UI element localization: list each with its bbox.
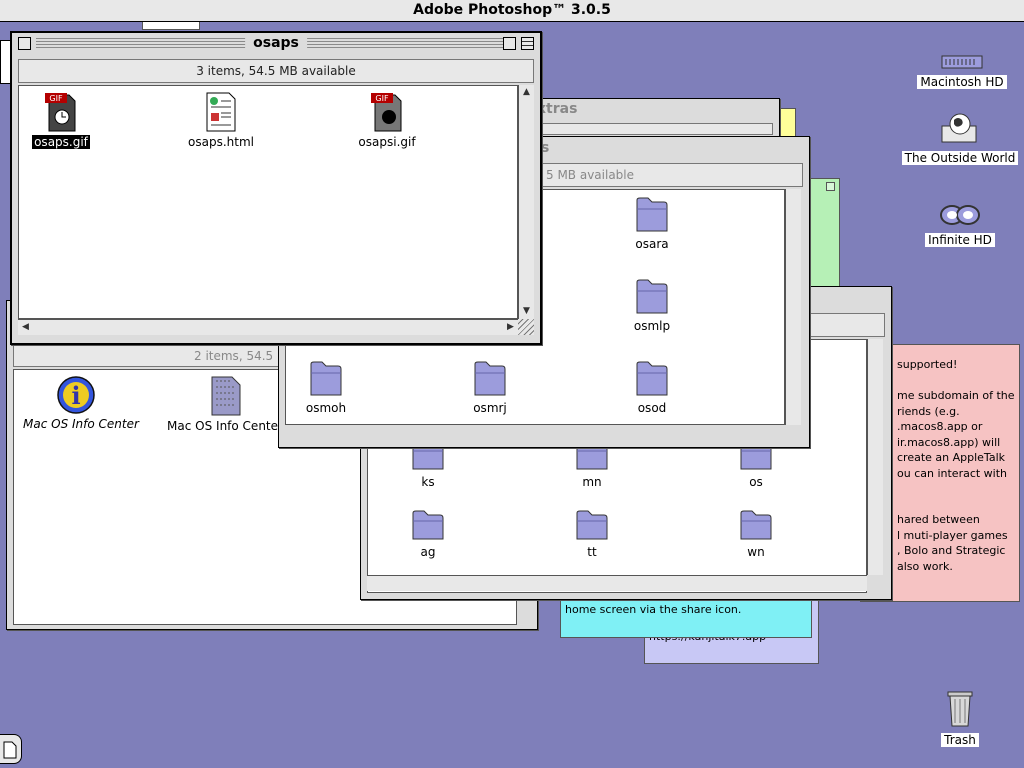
svg-text:GIF: GIF [375,94,389,103]
scroll-left-arrow[interactable]: ◀ [18,320,33,335]
folder-item[interactable]: osmrj [445,359,535,415]
vertical-scrollbar[interactable] [867,339,883,575]
file-label: osaps.gif [32,135,90,149]
sticky-pink-line: .macos8.app or [897,420,983,433]
folder-label: osod [635,401,669,415]
window-header: 3 items, 54.5 MB available [18,59,534,83]
sticky-pink-line [897,497,1019,513]
sticky-cyan-line: home screen via the share icon. [565,603,742,616]
file-item[interactable]: GIF osapsi.gif [342,91,432,149]
hard-drive-icon [941,55,983,69]
folder-icon [636,279,668,314]
desktop-icon-infinite-hd[interactable]: Infinite HD [900,202,1020,247]
folder-label: tt [585,545,599,559]
sticky-pink-line [897,373,1019,389]
zoom-box[interactable] [503,37,516,50]
folder-item[interactable]: tt [547,509,637,559]
folder-icon [740,510,772,540]
desktop-icon-macintosh-hd[interactable]: Macintosh HD [902,54,1022,89]
desktop-icon-label: Trash [941,733,979,747]
sticky-note-cyan[interactable]: home screen via the share icon. [560,598,812,638]
desktop-icon-outside-world[interactable]: The Outside World [900,112,1020,165]
folder-label: mn [580,475,604,489]
file-item[interactable]: osaps.html [176,91,266,149]
gif-file-icon: GIF [45,93,76,132]
window-title: osaps [245,35,307,51]
folder-label: wn [745,545,767,559]
scroll-right-arrow[interactable]: ▶ [503,320,518,335]
folder-icon [310,361,342,396]
vertical-scrollbar[interactable]: ▲ ▼ [518,85,534,319]
file-item[interactable]: GIF osaps.gif [16,91,106,149]
scroll-up-arrow[interactable]: ▲ [519,85,534,100]
infinity-drive-icon [940,205,980,225]
sticky-pink-line: supported! [897,358,958,371]
window-title: xtras [537,101,578,117]
horizontal-scrollbar[interactable]: ◀ ▶ [18,319,518,335]
resize-grip-icon[interactable] [518,319,534,335]
folder-icon [412,510,444,540]
item-label: Mac OS Info Center [21,417,141,431]
sticky-close-box[interactable] [826,182,835,191]
gif-file-icon: GIF [371,93,402,132]
item-label: Mac OS Info Center [165,419,285,433]
info-center-item[interactable]: Mac OS Info Center [165,375,285,433]
desktop-icon-trash[interactable]: Trash [900,688,1020,747]
sticky-pink-line: me subdomain of the [897,389,1015,402]
sticky-pink-line: , Bolo and Strategic [897,544,1006,557]
folder-item[interactable]: ag [383,509,473,559]
file-label: osapsi.gif [356,135,418,149]
folder-label: osara [633,237,671,251]
folder-item[interactable]: osmoh [281,359,371,415]
folder-icon [636,361,668,396]
network-globe-icon [941,113,977,143]
folder-label: ag [418,545,438,559]
svg-text:GIF: GIF [49,94,63,103]
menu-bar: Adobe Photoshop™ 3.0.5 [0,0,1024,22]
close-box[interactable] [18,37,31,50]
html-document-icon [206,92,236,132]
folder-label: ks [419,475,437,489]
desktop-icon-label: Macintosh HD [917,75,1007,89]
svg-text:i: i [71,381,80,410]
app-switcher-tab[interactable] [0,734,22,764]
folder-label: osmrj [471,401,509,415]
sticky-pink-line: riends (e.g. [897,404,960,418]
vertical-scrollbar[interactable] [785,189,801,425]
sticky-pink-line: ir.macos8.app) will [897,435,1001,449]
window-title: s [541,140,550,156]
sticky-pink-line: create an AppleTalk [897,451,1006,464]
folder-label: osmlp [631,319,673,333]
sticky-pink-line: also work. [897,559,953,573]
app-title[interactable]: Adobe Photoshop™ 3.0.5 [0,2,1024,18]
application-icon [3,741,17,759]
document-icon [211,376,241,416]
collapse-box[interactable] [521,37,534,50]
scroll-down-arrow[interactable]: ▼ [519,304,534,319]
sticky-pink-line: ou can interact with [897,466,1008,480]
folder-item[interactable]: wn [711,509,801,559]
folder-item[interactable]: osara [607,195,697,251]
folder-item[interactable]: osmlp [607,277,697,333]
folder-icon [576,510,608,540]
folder-label: os [747,475,765,489]
window-osaps[interactable]: osaps 3 items, 54.5 MB available ▲ ▼ ◀ ▶… [10,31,542,345]
info-center-item[interactable]: i Mac OS Info Center [21,375,141,431]
sticky-pink-line: hared between [897,513,980,526]
desktop-icon-label: The Outside World [901,151,1019,165]
sticky-pink-line [897,481,1019,497]
desktop-icon-label: Infinite HD [925,233,995,247]
folder-icon [636,197,668,232]
sticky-pink-line: l muti-player games [897,528,1008,542]
file-label: osaps.html [186,135,256,149]
horizontal-scrollbar[interactable] [367,575,867,591]
folder-icon [474,361,506,396]
folder-item[interactable]: osod [607,359,697,415]
trash-icon [947,691,973,727]
info-icon: i [57,376,95,414]
folder-label: osmoh [303,401,349,415]
